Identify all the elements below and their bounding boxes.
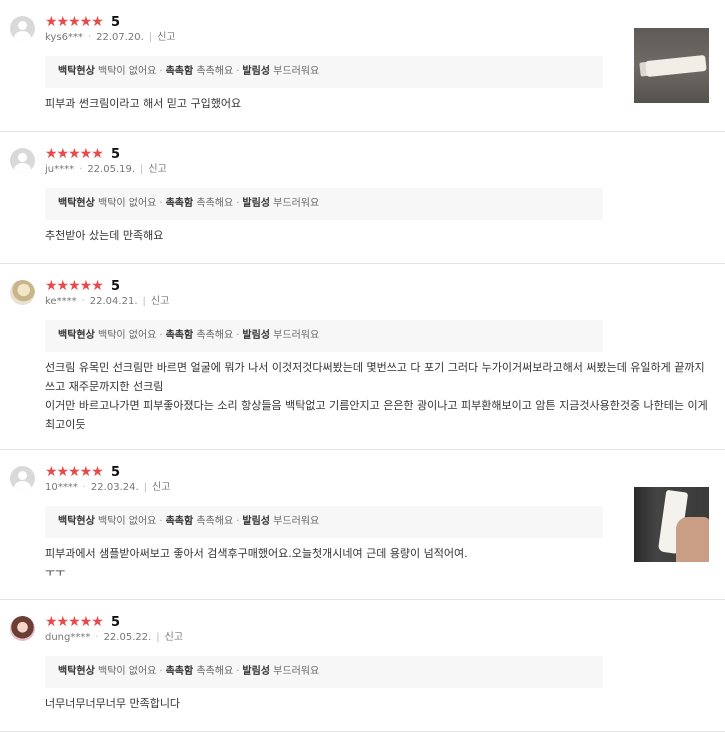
rating-score: 5 <box>111 15 121 30</box>
review-text: 너무너무너무너무 만족합니다 <box>45 697 181 710</box>
star-rating: ★★★★★ <box>45 146 104 162</box>
report-link[interactable]: 신고 <box>152 482 170 493</box>
attr-key: 촉촉함 <box>165 330 194 341</box>
attr-value: 백탁이 없어요 <box>98 516 157 527</box>
attr-value: 백탁이 없어요 <box>98 666 157 677</box>
attr-key: 백탁현상 <box>58 666 95 677</box>
attr-value: 촉촉해요 <box>196 66 234 77</box>
star-rating: ★★★★★ <box>45 278 104 294</box>
attr-key: 촉촉함 <box>165 198 194 209</box>
review-text: 피부과에서 샘플받아써보고 좋아서 검색후구매했어요.오늘첫개시네여 근데 용량… <box>45 547 468 579</box>
attr-value: 촉촉해요 <box>196 198 234 209</box>
review-meta: ke**** · 22.04.21. | 신고 <box>45 296 170 307</box>
attr-value: 부드러워요 <box>273 516 320 527</box>
review-item: ★★★★★ 5 ke**** · 22.04.21. | 신고 백탁현상 백탁이 없어요… <box>0 264 725 450</box>
attr-key: 백탁현상 <box>58 330 95 341</box>
rating-score: 5 <box>111 465 121 480</box>
star-rating: ★★★★★ <box>45 464 104 480</box>
review-meta: 10**** · 22.03.24. | 신고 <box>45 482 171 493</box>
review-photo-thumbnail[interactable] <box>634 487 709 562</box>
attr-value: 촉촉해요 <box>196 330 234 341</box>
review-meta: ju**** · 22.05.19. | 신고 <box>45 164 167 175</box>
attr-key: 백탁현상 <box>58 66 95 77</box>
review-date: 22.05.22. <box>103 632 152 643</box>
report-link[interactable]: 신고 <box>148 164 166 175</box>
attr-value: 백탁이 없어요 <box>98 198 157 209</box>
attribute-summary: 백탁현상 백탁이 없어요 · 촉촉함 촉촉해요 · 발림성 부드러워요 <box>45 188 603 220</box>
attr-key: 백탁현상 <box>58 198 95 209</box>
avatar <box>10 148 35 173</box>
attr-value: 부드러워요 <box>273 330 320 341</box>
attr-key: 촉촉함 <box>165 516 194 527</box>
attr-value: 백탁이 없어요 <box>98 66 157 77</box>
attr-value: 부드러워요 <box>273 66 320 77</box>
avatar <box>10 616 35 641</box>
review-item: ★★★★★ 5 kys6*** · 22.07.20. | 신고 백탁현상 백탁이 없어… <box>0 0 725 132</box>
report-link[interactable]: 신고 <box>151 296 169 307</box>
review-item: ★★★★★ 5 10**** · 22.03.24. | 신고 백탁현상 백탁이 없어요… <box>0 450 725 600</box>
review-text: 피부과 썬크림이라고 해서 믿고 구입했어요 <box>45 97 242 110</box>
attr-key: 촉촉함 <box>165 666 194 677</box>
attr-value: 백탁이 없어요 <box>98 330 157 341</box>
attribute-summary: 백탁현상 백탁이 없어요 · 촉촉함 촉촉해요 · 발림성 부드러워요 <box>45 56 603 88</box>
review-meta: kys6*** · 22.07.20. | 신고 <box>45 32 176 43</box>
star-rating: ★★★★★ <box>45 614 104 630</box>
review-meta: dung**** · 22.05.22. | 신고 <box>45 632 184 643</box>
review-item: ★★★★★ 5 dung**** · 22.05.22. | 신고 백탁현상 백탁이 없… <box>0 600 725 732</box>
review-date: 22.07.20. <box>96 32 144 43</box>
attr-value: 부드러워요 <box>273 666 320 677</box>
attr-value: 부드러워요 <box>273 198 320 209</box>
attr-key: 발림성 <box>242 330 270 341</box>
attribute-summary: 백탁현상 백탁이 없어요 · 촉촉함 촉촉해요 · 발림성 부드러워요 <box>45 506 603 538</box>
user-id: ju**** <box>45 164 75 175</box>
user-id: dung**** <box>45 632 91 643</box>
attr-key: 발림성 <box>242 198 270 209</box>
avatar <box>10 466 35 491</box>
attr-value: 촉촉해요 <box>196 666 234 677</box>
rating-score: 5 <box>111 147 121 162</box>
review-date: 22.05.19. <box>87 164 136 175</box>
user-id: ke**** <box>45 296 77 307</box>
review-text: 추천받아 샀는데 만족해요 <box>45 229 164 242</box>
report-link[interactable]: 신고 <box>165 632 183 643</box>
review-text: 선크림 유목민 선크림만 바르면 얼굴에 뭐가 나서 이것저것다써봤는데 몇번쓰… <box>45 361 708 431</box>
avatar <box>10 16 35 41</box>
attr-key: 발림성 <box>242 666 270 677</box>
attr-key: 발림성 <box>242 516 270 527</box>
report-link[interactable]: 신고 <box>157 32 175 43</box>
rating-score: 5 <box>111 279 121 294</box>
avatar <box>10 280 35 305</box>
user-id: 10**** <box>45 482 78 493</box>
attr-value: 촉촉해요 <box>196 516 234 527</box>
review-item: ★★★★★ 5 ju**** · 22.05.19. | 신고 백탁현상 백탁이 없어요… <box>0 132 725 264</box>
attr-key: 촉촉함 <box>165 66 194 77</box>
user-id: kys6*** <box>45 32 83 43</box>
attribute-summary: 백탁현상 백탁이 없어요 · 촉촉함 촉촉해요 · 발림성 부드러워요 <box>45 656 603 688</box>
attr-key: 발림성 <box>242 66 270 77</box>
review-list: ★★★★★ 5 kys6*** · 22.07.20. | 신고 백탁현상 백탁이 없어… <box>0 0 725 732</box>
attr-key: 백탁현상 <box>58 516 95 527</box>
rating-score: 5 <box>111 615 121 630</box>
review-date: 22.04.21. <box>89 296 138 307</box>
attribute-summary: 백탁현상 백탁이 없어요 · 촉촉함 촉촉해요 · 발림성 부드러워요 <box>45 320 603 352</box>
review-date: 22.03.24. <box>90 482 139 493</box>
review-photo-thumbnail[interactable] <box>634 28 709 103</box>
star-rating: ★★★★★ <box>45 14 104 30</box>
